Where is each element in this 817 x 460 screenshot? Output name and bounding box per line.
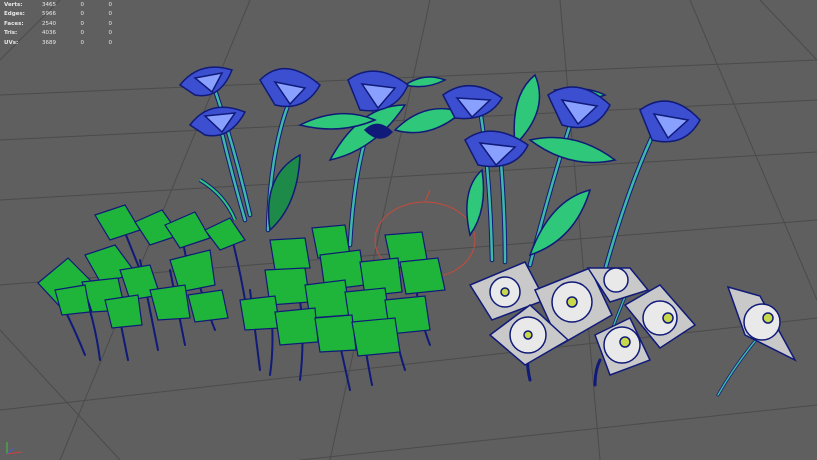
- clover-leaf: [314, 314, 357, 353]
- hud-label: Faces:: [4, 20, 24, 27]
- hud-value: 4036: [42, 30, 56, 37]
- hud-label: UVs:: [4, 39, 19, 46]
- clover-leaf: [54, 284, 91, 316]
- clover-leaf: [269, 237, 311, 271]
- hud-selected-2: 0: [108, 30, 113, 37]
- hud-value: 5966: [42, 11, 56, 18]
- hud-row-tris: Tris: 4036 0 0: [4, 29, 112, 38]
- hud-selected: 0: [80, 2, 85, 8]
- hud-selected-2: 0: [108, 20, 113, 27]
- clover-leaf: [149, 284, 191, 321]
- axis-gizmo-icon: [6, 442, 23, 455]
- hud-label: Tris:: [4, 30, 18, 37]
- clover-leaf: [104, 294, 143, 329]
- hud-value: 2540: [42, 20, 56, 27]
- clover-leaf: [274, 307, 319, 346]
- hud-selected: 0: [80, 39, 85, 46]
- clover-leaf: [351, 317, 401, 357]
- clover-leaf: [187, 289, 229, 323]
- hud-value: 3689: [42, 39, 56, 46]
- hud-row-verts: Verts: 3465 0 0: [4, 1, 112, 10]
- clover-leaf: [239, 295, 281, 331]
- hud-label: Verts:: [4, 2, 23, 8]
- poly-count-hud: Verts: 3465 0 0 Edges: 5966 0 0 Faces: 2…: [4, 1, 112, 48]
- hud-row-faces: Faces: 2540 0 0: [4, 20, 112, 29]
- hud-value: 3465: [42, 2, 56, 8]
- hud-selected-2: 0: [108, 39, 113, 46]
- hud-row-uvs: UVs: 3689 0 0: [4, 39, 112, 48]
- clover-leaf: [399, 257, 446, 295]
- hud-selected-2: 0: [108, 2, 113, 8]
- hud-selected: 0: [80, 11, 85, 18]
- hud-label: Edges:: [4, 11, 25, 18]
- 3d-viewport[interactable]: [0, 0, 817, 460]
- hud-selected: 0: [80, 20, 85, 27]
- hud-selected-2: 0: [108, 11, 113, 18]
- hud-row-edges: Edges: 5966 0 0: [4, 10, 112, 19]
- hud-selected: 0: [80, 30, 85, 37]
